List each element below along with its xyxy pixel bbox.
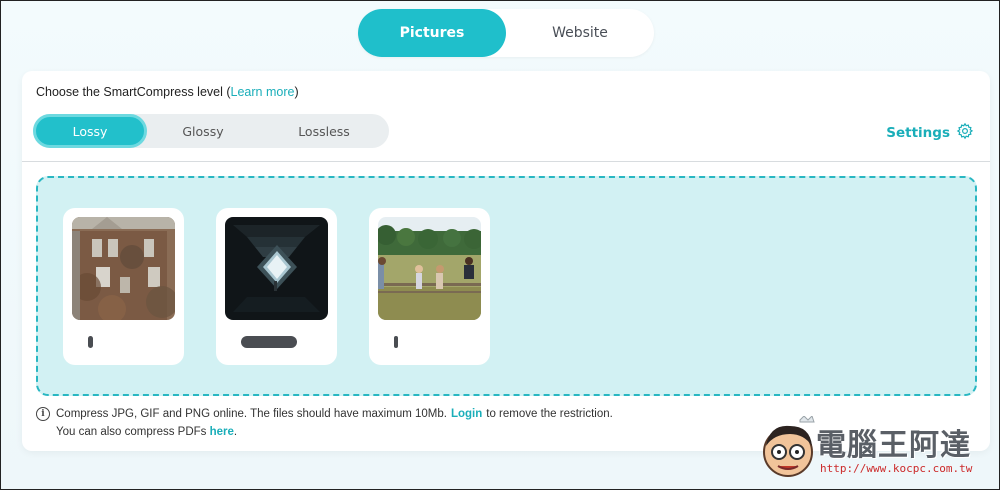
upload-progress-bar (88, 336, 93, 348)
tab-pictures[interactable]: Pictures (358, 9, 506, 57)
pdf-here-link[interactable]: here (210, 426, 234, 438)
watermark-url: http://www.kocpc.com.tw (820, 462, 973, 475)
file-dropzone[interactable] (36, 176, 977, 396)
upload-progress-bar (394, 336, 398, 348)
compress-panel: Choose the SmartCompress level (Learn mo… (22, 71, 990, 451)
gear-icon (956, 122, 974, 144)
pdf-note-suffix: . (233, 426, 238, 438)
upload-progress-bar (241, 336, 297, 348)
info-text-suffix: to remove the restriction. (486, 408, 613, 420)
compress-level-heading: Choose the SmartCompress level (Learn mo… (36, 85, 299, 99)
thumbnail-building (72, 217, 175, 320)
info-icon: i (36, 407, 50, 421)
upload-card[interactable] (63, 208, 184, 365)
compress-level-selector: Lossy Glossy Lossless (33, 114, 389, 148)
thumbnail-people (378, 217, 481, 320)
level-glossy-button[interactable]: Glossy (147, 114, 259, 148)
level-lossy-button[interactable]: Lossy (33, 114, 147, 148)
thumbnail-skylight (225, 217, 328, 320)
divider (22, 161, 990, 162)
level-lossless-button[interactable]: Lossless (259, 114, 389, 148)
settings-button[interactable]: Settings (886, 122, 974, 144)
watermark-title: 電腦王阿達 (816, 428, 971, 463)
upload-card[interactable] (369, 208, 490, 365)
login-link[interactable]: Login (451, 405, 482, 423)
compress-level-label: Choose the SmartCompress level ( (36, 85, 231, 99)
settings-label: Settings (886, 125, 950, 141)
mode-switch: Pictures Website (358, 9, 654, 57)
learn-more-link[interactable]: Learn more (231, 85, 295, 99)
tab-website[interactable]: Website (506, 9, 654, 57)
watermark: 電腦王阿達 http://www.kocpc.com.tw (760, 416, 992, 482)
mascot-logo (763, 416, 815, 477)
compress-level-suffix: ) (294, 85, 299, 99)
upload-card[interactable] (216, 208, 337, 365)
pdf-note-text: You can also compress PDFs (56, 426, 207, 438)
info-note: i Compress JPG, GIF and PNG online. The … (36, 405, 613, 441)
info-text: Compress JPG, GIF and PNG online. The fi… (56, 408, 447, 420)
